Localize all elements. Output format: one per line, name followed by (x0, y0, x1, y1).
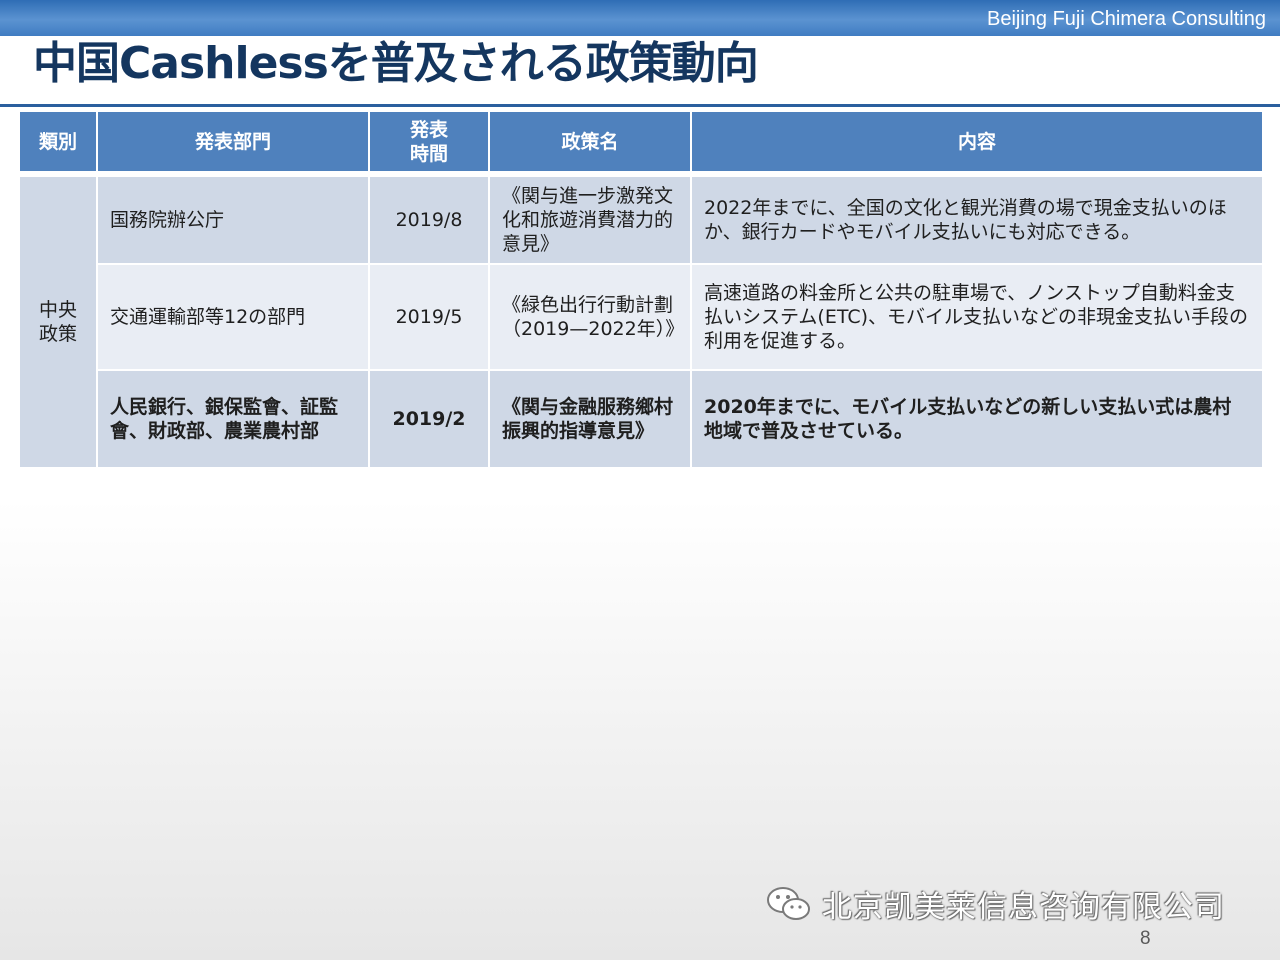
department-cell: 人民銀行、銀保監會、証監會、財政部、農業農村部 (96, 369, 370, 469)
policy-cell: 《関与金融服務鄉村振興的指導意見》 (488, 369, 692, 469)
header-bar: Beijing Fuji Chimera Consulting (0, 0, 1280, 36)
category-cell: 中央 政策 (18, 175, 98, 469)
header-department: 発表部門 (96, 110, 370, 173)
policy-cell: 《緑色出行行動計劃（2019—2022年）》 (488, 263, 692, 371)
content-cell: 高速道路の料金所と公共の駐車場で、ノンストップ自動料金支払いシステム(ETC)、… (690, 263, 1264, 371)
header-content: 内容 (690, 110, 1264, 173)
content-cell: 2022年までに、全国の文化と観光消費の場で現金支払いのほか、銀行カードやモバイ… (690, 175, 1264, 265)
company-name: Beijing Fuji Chimera Consulting (986, 8, 1266, 30)
category-line2: 政策 (38, 323, 77, 345)
page-title: 中国Cashlessを普及される政策動向 (33, 38, 759, 89)
date-cell: 2019/8 (368, 175, 490, 265)
department-cell: 国務院辦公庁 (96, 175, 370, 265)
title-divider (0, 104, 1280, 107)
table-row: 交通運輸部等12の部門 2019/5 《緑色出行行動計劃（2019—2022年）… (19, 263, 1264, 371)
category-line1: 中央 (38, 299, 77, 321)
header-policy: 政策名 (488, 110, 692, 173)
department-cell: 交通運輸部等12の部門 (96, 263, 370, 371)
policy-cell: 《関与進一步激発文化和旅遊消費潜力的意見》 (488, 175, 692, 265)
wechat-icon (767, 887, 810, 920)
header-category: 類別 (18, 110, 98, 173)
date-cell: 2019/5 (368, 263, 490, 371)
policy-table: 類別 発表部門 発表 時間 政策名 内容 中央 政策 国務院辦公庁 2019/8… (18, 110, 1264, 469)
table-row: 中央 政策 国務院辦公庁 2019/8 《関与進一步激発文化和旅遊消費潜力的意見… (18, 175, 1264, 469)
header-time-line1: 発表 (409, 118, 448, 141)
table-row: 人民銀行、銀保監會、証監會、財政部、農業農村部 2019/2 《関与金融服務鄉村… (19, 369, 1264, 469)
table-header-row: 類別 発表部門 発表 時間 政策名 内容 (18, 110, 1264, 173)
page-number: 8 (1140, 928, 1151, 949)
header-time-line2: 時間 (409, 142, 448, 165)
header-time: 発表 時間 (368, 110, 490, 173)
watermark: 北京凯美莱信息咨询有限公司 (764, 884, 1225, 925)
content-cell: 2020年までに、モバイル支払いなどの新しい支払い式は農村地域で普及させている。 (690, 369, 1264, 469)
watermark-text: 北京凯美莱信息咨询有限公司 (822, 890, 1225, 925)
date-cell: 2019/2 (368, 369, 490, 469)
